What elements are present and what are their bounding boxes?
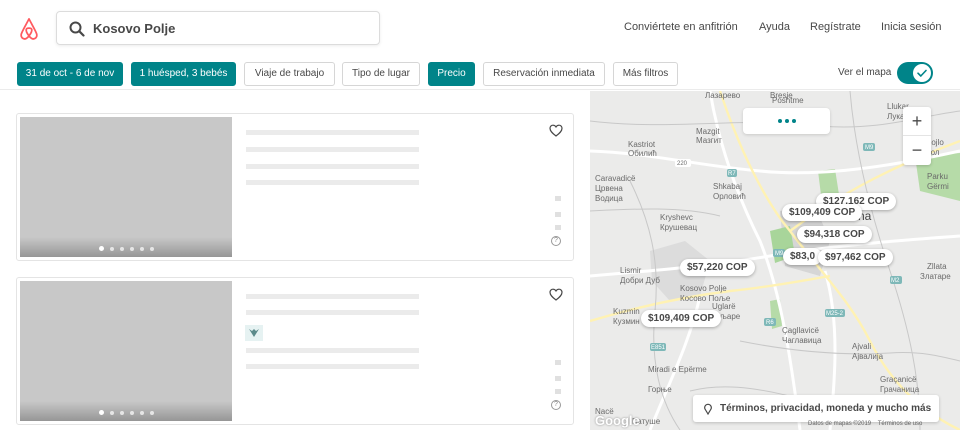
road-label: M25-2 <box>826 311 844 317</box>
map-place-label: Poshtme <box>772 96 804 105</box>
help-icon[interactable]: ? <box>551 236 561 246</box>
map-place-label: Обилић <box>628 149 657 158</box>
map-place-label: Грачаница <box>880 385 920 394</box>
map-place-label: Çagllavicë <box>782 326 819 335</box>
price-pin[interactable]: $109,409 COP <box>782 204 863 221</box>
map-place-label: Водица <box>595 194 623 203</box>
map-place-label: Лазарево <box>705 91 741 100</box>
listing-card[interactable]: ? <box>16 113 574 261</box>
zoom-out-button[interactable]: − <box>903 136 931 165</box>
map-place-label: Црвена <box>595 184 623 193</box>
map-place-label: Kuzmin <box>613 307 640 316</box>
search-icon <box>69 21 85 37</box>
help-icon[interactable]: ? <box>551 400 561 410</box>
dates-filter-button[interactable]: 31 de oct - 6 de nov <box>17 62 123 86</box>
map-place-label: Zllata <box>927 262 947 271</box>
map-terms-link[interactable]: Términos de uso <box>878 421 923 427</box>
map-place-label: Miradi e Epërme <box>648 365 707 374</box>
airbnb-logo-icon[interactable] <box>18 17 40 41</box>
photo-pagination-dots <box>20 246 232 251</box>
road-label: M2 <box>891 278 900 284</box>
heart-icon[interactable] <box>549 288 563 301</box>
loading-text-line <box>246 130 419 135</box>
price-pin[interactable]: $83,0 <box>783 248 823 265</box>
search-value: Kosovo Polje <box>93 21 176 36</box>
nav-signup[interactable]: Regístrate <box>810 21 861 33</box>
heart-icon[interactable] <box>549 124 563 137</box>
loading-text-line <box>246 294 419 299</box>
map-place-label: Мазгит <box>696 136 722 145</box>
map-place-label: Крушевац <box>660 223 698 232</box>
road-label: 220 <box>677 161 688 167</box>
map-place-label: Добри Дуб <box>620 276 660 285</box>
map-place-label: Caravadicë <box>595 174 636 183</box>
price-pin[interactable]: $109,409 COP <box>641 310 722 327</box>
instant-book-filter-button[interactable]: Reservación inmediata <box>483 62 605 86</box>
nav-host[interactable]: Conviértete en anfitrión <box>624 21 738 33</box>
map-place-label: Lismir <box>620 266 642 275</box>
road-label: M9 <box>865 145 874 151</box>
price-pin[interactable]: $57,220 COP <box>680 259 755 276</box>
map-place-label: Орловић <box>713 192 746 201</box>
filter-bar: 31 de oct - 6 de nov 1 huésped, 3 bebés … <box>0 56 960 90</box>
price-pin[interactable]: $97,462 COP <box>818 249 893 266</box>
terms-label: Términos, privacidad, moneda y mucho más <box>720 403 932 414</box>
map-place-label: Graçanicë <box>880 375 917 384</box>
road-label: R6 <box>766 320 774 326</box>
map-place-label: Кузмин <box>613 317 640 326</box>
place-type-filter-button[interactable]: Tipo de lugar <box>342 62 420 86</box>
loading-text-line <box>246 310 419 315</box>
loading-text-line <box>246 147 419 152</box>
map-loading-indicator <box>743 108 830 134</box>
toggle-knob <box>913 64 931 82</box>
price-filter-button[interactable]: Precio <box>428 62 475 86</box>
zoom-controls: + − <box>903 107 931 165</box>
nav-help[interactable]: Ayuda <box>759 21 790 33</box>
guests-filter-button[interactable]: 1 huésped, 3 bebés <box>131 62 236 86</box>
road-label: E851 <box>651 345 666 351</box>
photo-pagination-dots <box>20 410 232 415</box>
listing-card[interactable]: ? <box>16 277 574 425</box>
google-logo: Google <box>595 413 640 428</box>
listing-photo-placeholder[interactable] <box>20 117 232 257</box>
map-place-label: Златаре <box>920 272 951 281</box>
loading-text-line <box>246 364 419 369</box>
terms-privacy-button[interactable]: Términos, privacidad, moneda y mucho más <box>693 395 939 422</box>
map-place-label: Kryshevc <box>660 213 693 222</box>
map[interactable]: Лазарево Bresje Poshtme Llukar Лукаре Ka… <box>590 91 960 430</box>
loading-text-line <box>246 180 419 185</box>
loading-text-line <box>246 348 419 353</box>
map-pin-icon <box>704 403 712 415</box>
listing-photo-placeholder[interactable] <box>20 281 232 421</box>
map-toggle[interactable] <box>897 62 933 84</box>
nav-login[interactable]: Inicia sesión <box>881 21 942 33</box>
map-place-label: Parku <box>927 172 948 181</box>
map-place-label: Kosovo Polje <box>680 284 727 293</box>
map-place-label: Gërmi <box>927 182 949 191</box>
location-search-input[interactable]: Kosovo Polje <box>56 11 380 45</box>
map-toggle-label: Ver el mapa <box>838 67 892 78</box>
map-place-label: Ajvali <box>852 342 872 351</box>
listing-results: ? ? <box>0 91 590 430</box>
map-credits: Datos de mapas ©2019 Términos de uso <box>808 421 923 427</box>
road-label: R7 <box>728 171 736 177</box>
more-filters-button[interactable]: Más filtros <box>613 62 678 86</box>
zoom-in-button[interactable]: + <box>903 107 931 136</box>
loading-text-line <box>246 164 419 169</box>
map-place-label: Ајвалија <box>852 352 884 361</box>
map-place-label: Shkabaj <box>713 182 742 191</box>
header: Kosovo Polje Conviértete en anfitrión Ay… <box>0 0 960 56</box>
check-icon <box>917 69 927 77</box>
plus-badge-icon <box>245 325 263 341</box>
map-place-label: Чаглавица <box>782 336 822 345</box>
map-place-label: Горње <box>648 385 672 394</box>
work-trip-filter-button[interactable]: Viaje de trabajo <box>244 62 335 86</box>
price-pin[interactable]: $94,318 COP <box>797 226 872 243</box>
